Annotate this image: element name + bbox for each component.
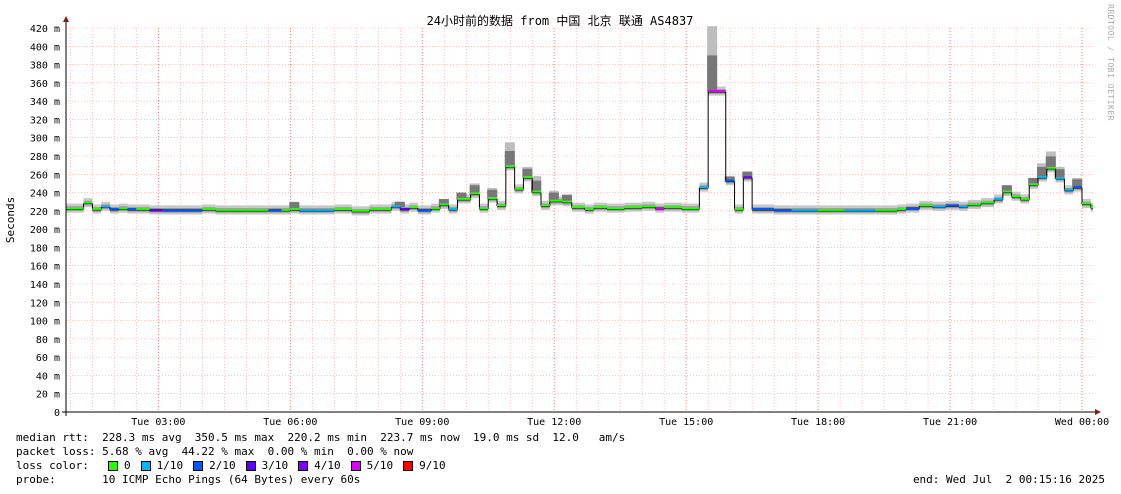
chart-grid bbox=[66, 27, 1093, 413]
x-tick-labels: Tue 03:00 Tue 06:00 Tue 09:00 Tue 12:00 Tue … bbox=[131, 417, 1109, 428]
y-tick-label: 0 bbox=[54, 408, 60, 419]
loss-color-swatch bbox=[140, 460, 151, 471]
smoke-spike-core bbox=[707, 55, 718, 92]
loss-color-label: loss color: bbox=[16, 459, 89, 472]
loss-legend-label: 1/10 bbox=[156, 459, 184, 472]
y-tick-label: 360 m bbox=[30, 79, 60, 90]
watermark: RRDTOOL / TOBI OETIKER bbox=[1106, 4, 1115, 121]
x-tick-label: Tue 03:00 bbox=[131, 417, 185, 428]
loss-legend-item: 1/10 bbox=[140, 459, 184, 472]
loss-color-swatch bbox=[350, 460, 361, 471]
loss-legend-label: 5/10 bbox=[366, 459, 394, 472]
loss-legend-item: 5/10 bbox=[350, 459, 394, 472]
x-tick-label: Tue 21:00 bbox=[923, 417, 977, 428]
loss-color-swatch bbox=[108, 460, 118, 471]
y-tick-label: 160 m bbox=[30, 262, 60, 273]
loss-legend-label: 4/10 bbox=[314, 459, 341, 472]
x-tick-label: Tue 18:00 bbox=[791, 417, 845, 428]
loss-color-swatch bbox=[245, 460, 256, 471]
loss-legend-label: 3/10 bbox=[261, 459, 289, 472]
y-tick-label: 380 m bbox=[30, 61, 60, 72]
loss-legend-items: 0 1/10 2/10 3/10 4/10 5/10 9/10 bbox=[108, 459, 456, 472]
y-tick-label: 40 m bbox=[36, 371, 60, 382]
loss-color-swatch bbox=[193, 460, 204, 471]
y-tick-label: 80 m bbox=[36, 335, 60, 346]
y-tick-label: 240 m bbox=[30, 189, 60, 200]
chart-axes bbox=[62, 16, 1101, 416]
x-tick-label: Tue 06:00 bbox=[263, 417, 317, 428]
y-tick-label: 260 m bbox=[30, 170, 60, 181]
x-tick-label: Tue 09:00 bbox=[395, 417, 449, 428]
y-tick-label: 420 m bbox=[30, 24, 60, 35]
y-axis-label: Seconds bbox=[4, 197, 17, 243]
end-timestamp: end: Wed Jul 2 00:15:16 2025 bbox=[912, 473, 1105, 486]
loss-legend-item: 0 bbox=[108, 459, 131, 472]
y-tick-label: 340 m bbox=[30, 97, 60, 108]
loss-color-swatch bbox=[403, 460, 414, 471]
y-tick-label: 100 m bbox=[30, 317, 60, 328]
y-tick-label: 140 m bbox=[30, 280, 60, 291]
packet-loss-stats: packet loss: 5.68 % avg 44.22 % max 0.00… bbox=[16, 445, 414, 458]
y-axis-arrow bbox=[63, 16, 69, 22]
loss-legend-item: 3/10 bbox=[245, 459, 289, 472]
loss-legend-label: 0 bbox=[124, 459, 131, 472]
y-tick-label: 320 m bbox=[30, 115, 60, 126]
x-tick-label: Tue 12:00 bbox=[527, 417, 581, 428]
loss-color-legend: loss color: 0 1/10 2/10 3/10 4/10 5/10 9/10 bbox=[16, 459, 456, 472]
y-tick-label: 120 m bbox=[30, 298, 60, 309]
chart-title: 24小时前的数据 from 中国 北京 联通 AS4837 bbox=[427, 13, 694, 28]
median-line-layer bbox=[66, 90, 1093, 213]
x-tick-label: Tue 15:00 bbox=[659, 417, 713, 428]
loss-legend-item: 4/10 bbox=[298, 459, 341, 472]
smoke-spike-core bbox=[504, 150, 515, 167]
loss-legend-item: 2/10 bbox=[193, 459, 236, 472]
latency-chart: 0 20 m 40 m 60 m 80 m 100 m 120 m 140 m 160 m 180… bbox=[4, 13, 1109, 428]
x-axis-arrow bbox=[1095, 409, 1101, 415]
loss-legend-item: 9/10 bbox=[403, 459, 446, 472]
smoke-band-layer bbox=[66, 26, 1093, 216]
y-tick-label: 60 m bbox=[36, 353, 60, 364]
loss-legend-label: 9/10 bbox=[419, 459, 446, 472]
x-tick-label: Wed 00:00 bbox=[1055, 417, 1109, 428]
median-rtt-stats: median rtt: 228.3 ms avg 350.5 ms max 22… bbox=[16, 431, 626, 444]
y-tick-label: 280 m bbox=[30, 152, 60, 163]
loss-legend-label: 2/10 bbox=[209, 459, 236, 472]
y-tick-label: 220 m bbox=[30, 207, 60, 218]
y-tick-label: 400 m bbox=[30, 42, 60, 53]
probe-info: probe: 10 ICMP Echo Pings (64 Bytes) eve… bbox=[16, 473, 361, 486]
y-tick-label: 300 m bbox=[30, 134, 60, 145]
y-tick-label: 20 m bbox=[36, 390, 60, 401]
y-tick-label: 180 m bbox=[30, 243, 60, 254]
y-tick-labels: 0 20 m 40 m 60 m 80 m 100 m 120 m 140 m 160 m 180… bbox=[30, 24, 60, 419]
loss-color-swatch bbox=[298, 460, 309, 471]
y-tick-label: 200 m bbox=[30, 225, 60, 236]
